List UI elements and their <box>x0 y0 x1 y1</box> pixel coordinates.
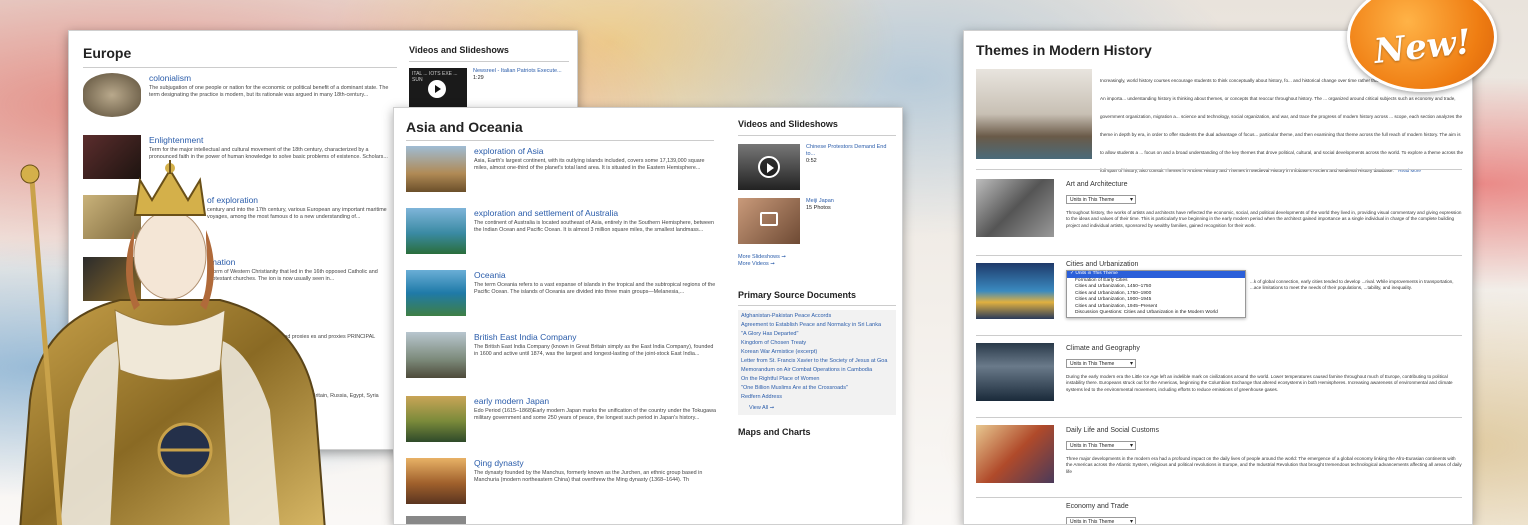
video-item[interactable]: Chinese Protestors Demand End to... 0:52 <box>738 144 896 190</box>
theme-image <box>976 343 1054 401</box>
psd-link[interactable]: "A Glory Has Departed" <box>741 331 893 338</box>
thumbnail <box>406 516 466 524</box>
theme-title: Daily Life and Social Customs <box>1066 427 1159 434</box>
video-item[interactable]: ITAL ... IOTS EXE ... SUN Newsreel - Ita… <box>409 68 569 108</box>
psd-link[interactable]: Kingdom of Chosen Treaty <box>741 340 893 347</box>
psd-link[interactable]: Redfern Address <box>741 394 893 401</box>
entry-title[interactable]: British East India Company <box>474 332 718 342</box>
entry-title[interactable]: Qing dynasty <box>474 458 718 468</box>
slideshow-icon <box>760 212 778 226</box>
theme-image <box>976 425 1054 483</box>
entry-desc: The term Oceania refers to a vast expans… <box>474 282 716 296</box>
thumbnail <box>406 208 466 254</box>
psd-link[interactable]: Memorandum on Air Combat Operations in C… <box>741 367 893 374</box>
thumbnail <box>406 458 466 504</box>
play-icon[interactable] <box>758 156 780 178</box>
themes-card: Themes in Modern History Increasingly, w… <box>963 30 1473 525</box>
psd-link[interactable]: "One Billion Muslims Are at the Crossroa… <box>741 385 893 392</box>
entry-title[interactable]: exploration of Asia <box>474 146 718 156</box>
list-item[interactable]: early modern Japan Edo Period (1615–1868… <box>406 396 718 442</box>
theme-image <box>976 263 1054 319</box>
entry-desc: Edo Period (1615–1868)Early modern Japan… <box>474 408 717 422</box>
intro-text: Increasingly, world history courses enco… <box>1100 78 1464 173</box>
slideshow-item[interactable]: Meiji Japan 15 Photos <box>738 198 896 244</box>
asia-card: Asia and Oceania exploration of Asia Asi… <box>393 107 903 525</box>
new-badge-text: New! <box>1371 22 1473 72</box>
theme-title: Art and Architecture <box>1066 181 1128 188</box>
entry-title[interactable]: Oceania <box>474 270 718 280</box>
asia-sidebar: Videos and Slideshows Chinese Protestors… <box>738 119 896 437</box>
thumbnail <box>406 396 466 442</box>
theme-section: Art and Architecture Units in This Theme… <box>976 179 1462 249</box>
psd-link[interactable]: Letter from St. Francis Xavier to the So… <box>741 358 893 365</box>
theme-image <box>976 179 1054 237</box>
entry-title[interactable]: colonialism <box>149 73 393 83</box>
psd-link[interactable]: Korean War Armistice (excerpt) <box>741 349 893 356</box>
units-select[interactable]: Units in This Theme <box>1066 441 1136 450</box>
units-select[interactable]: Units in This Theme <box>1066 359 1136 368</box>
entry-desc: The continent of Australia is located so… <box>474 220 715 234</box>
videos-heading: Videos and Slideshows <box>409 45 509 55</box>
video-title[interactable]: Chinese Protestors Demand End to... <box>806 144 896 158</box>
thumbnail <box>406 332 466 378</box>
asia-title: Asia and Oceania <box>406 119 523 135</box>
units-select[interactable]: Units in This Theme <box>1066 195 1136 204</box>
list-item[interactable]: exploration and settlement of Australia … <box>406 208 718 254</box>
dropdown-option[interactable]: Discussion Questions: Cities and Urbaniz… <box>1067 310 1245 317</box>
entry-desc: The subjugation of one people or nation … <box>149 85 389 99</box>
theme-section: Climate and Geography Units in This Them… <box>976 343 1462 413</box>
view-all-link[interactable]: View All ➞ <box>741 405 893 412</box>
entry-title[interactable]: exploration and settlement of Australia <box>474 208 718 218</box>
intro-image <box>976 69 1092 159</box>
entry-title[interactable]: early modern Japan <box>474 396 718 406</box>
themes-title: Themes in Modern History <box>976 42 1152 58</box>
video-duration: 1:29 <box>473 75 484 81</box>
video-meta: 0:52 <box>806 158 817 164</box>
europe-title: Europe <box>83 45 132 61</box>
list-item[interactable]: British East India Company The British E… <box>406 332 718 378</box>
theme-section: Economy and Trade Units in This Theme <box>976 503 1462 524</box>
entry-desc: The dynasty founded by the Manchus, form… <box>474 470 703 484</box>
theme-section: Cities and Urbanization ✓ Units in This … <box>976 261 1462 333</box>
theme-desc: ...k of global connection, early cities … <box>1250 279 1454 291</box>
entry-desc: The British East India Company (known in… <box>474 344 714 358</box>
europe-videos-sidebar: Videos and Slideshows ITAL ... IOTS EXE … <box>409 45 569 108</box>
list-item[interactable]: colonialism The subjugation of one peopl… <box>83 73 393 117</box>
queen-portrait-illustration <box>19 160 326 525</box>
thumbnail <box>83 73 141 117</box>
videos-heading: Videos and Slideshows <box>738 119 838 129</box>
psd-heading: Primary Source Documents <box>738 290 857 300</box>
psd-link[interactable]: Agreement to Establish Peace and Normalc… <box>741 322 893 329</box>
more-videos-link[interactable]: More Videos ➞ <box>738 261 896 268</box>
maps-heading: Maps and Charts <box>738 427 811 437</box>
play-icon[interactable] <box>428 80 446 98</box>
theme-desc: Throughout history, the works of artists… <box>1066 210 1462 228</box>
slideshow-title[interactable]: Meiji Japan <box>806 198 834 205</box>
theme-section: Daily Life and Social Customs Units in T… <box>976 425 1462 495</box>
entry-desc: Asia, Earth's largest continent, with it… <box>474 158 705 172</box>
slideshow-thumbnail[interactable] <box>738 198 800 244</box>
list-item[interactable]: exploration of Asia Asia, Earth's larges… <box>406 146 718 192</box>
psd-link[interactable]: Afghanistan-Pakistan Peace Accords <box>741 313 893 320</box>
units-dropdown-open[interactable]: ✓ Units in This Theme Formation of Early… <box>1066 270 1246 318</box>
slideshow-meta: 15 Photos <box>806 205 831 211</box>
theme-title: Economy and Trade <box>1066 503 1129 510</box>
theme-desc: During the early modern era the Little I… <box>1066 374 1453 392</box>
more-slideshows-link[interactable]: More Slideshows ➞ <box>738 254 896 261</box>
video-thumbnail[interactable]: ITAL ... IOTS EXE ... SUN <box>409 68 467 108</box>
theme-title: Cities and Urbanization <box>1066 261 1139 268</box>
psd-list: Afghanistan-Pakistan Peace Accords Agree… <box>738 310 896 415</box>
list-item[interactable]: Oceania The term Oceania refers to a vas… <box>406 270 718 316</box>
entry-title[interactable]: Enlightenment <box>149 135 393 145</box>
list-item[interactable]: Qing dynasty The dynasty founded by the … <box>406 458 718 504</box>
theme-desc: Three major developments in the modern e… <box>1066 456 1462 474</box>
psd-link[interactable]: On the Rightful Place of Women <box>741 376 893 383</box>
thumbnail <box>406 270 466 316</box>
thumbnail <box>406 146 466 192</box>
theme-title: Climate and Geography <box>1066 345 1140 352</box>
units-select[interactable]: Units in This Theme <box>1066 517 1136 524</box>
video-title[interactable]: Newsreel - Italian Patriots Execute... <box>473 68 562 75</box>
video-thumbnail[interactable] <box>738 144 800 190</box>
